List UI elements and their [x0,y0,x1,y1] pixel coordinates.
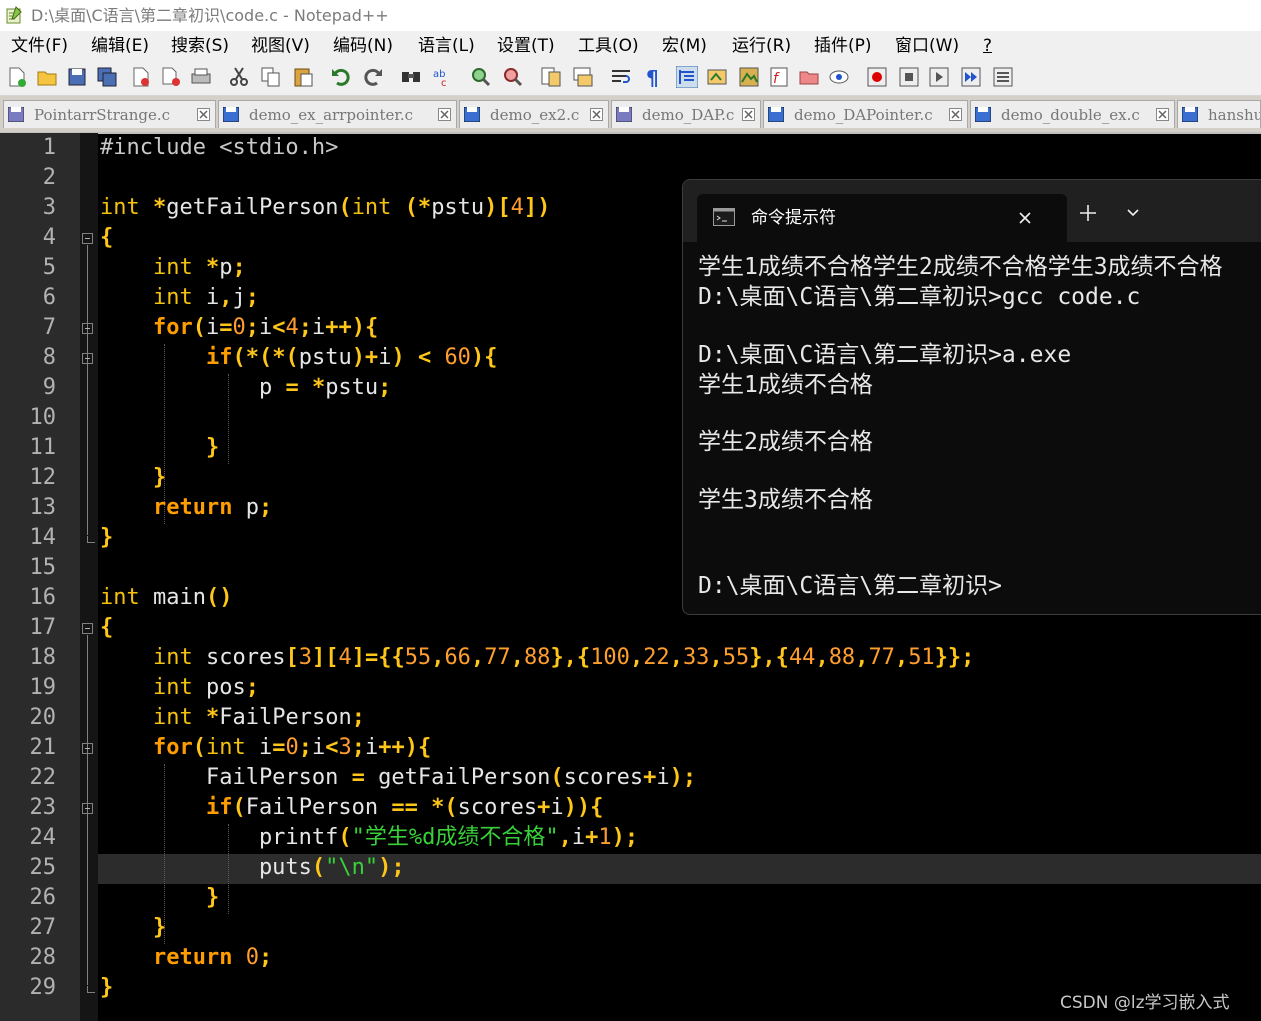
code-line[interactable]: } [100,973,113,1003]
fold-toggle-icon[interactable] [82,353,93,364]
code-line[interactable]: { [100,613,113,643]
line-number: 8 [42,345,56,370]
line-number: 25 [29,855,57,880]
code-line[interactable]: puts("\n"); [100,853,405,883]
code-line[interactable]: int *p; [100,253,246,283]
code-line[interactable]: printf("学生%d成绩不合格",i+1); [100,823,638,853]
code-line[interactable]: int main() [100,583,232,613]
code-line[interactable]: return p; [100,493,272,523]
line-number: 18 [29,645,57,670]
line-number: 5 [42,255,56,280]
code-line[interactable]: if(*(*(pstu)+i) < 60){ [100,343,497,373]
code-line[interactable]: if(FailPerson == *(scores+i)){ [100,793,603,823]
chevron-down-icon[interactable] [1126,208,1140,218]
line-number: 3 [42,195,56,220]
terminal-line: D:\桌面\C语言\第二章初识>a.exe [698,342,1072,368]
terminal-line: 学生3成绩不合格 [698,487,873,513]
fold-toggle-icon[interactable] [82,623,93,634]
code-line[interactable]: } [100,913,166,943]
fold-toggle-icon[interactable] [82,743,93,754]
line-number: 1 [42,135,56,160]
code-line[interactable]: return 0; [100,943,272,973]
code-line[interactable]: int *FailPerson; [100,703,365,733]
terminal-line: 学生1成绩不合格 [698,372,873,398]
line-number: 14 [29,525,57,550]
line-number: 21 [29,735,57,760]
new-tab-plus-icon[interactable] [1079,204,1097,222]
watermark: CSDN @lz学习嵌入式 [1060,993,1230,1013]
terminal-line: D:\桌面\C语言\第二章初识>gcc code.c [698,284,1141,310]
line-number: 19 [29,675,57,700]
line-number: 7 [42,315,56,340]
line-number: 20 [29,705,57,730]
terminal-line: D:\桌面\C语言\第二章初识> [698,573,1002,599]
code-line[interactable]: { [100,223,113,253]
code-line[interactable]: } [100,523,113,553]
code-line[interactable]: int i,j; [100,283,259,313]
code-line[interactable]: for(int i=0;i<3;i++){ [100,733,431,763]
line-number: 13 [29,495,57,520]
line-number: 2 [42,165,56,190]
code-line[interactable]: } [100,433,219,463]
terminal-tab-strip: 命令提示符 [683,180,1261,242]
line-number: 24 [29,825,57,850]
line-number: 4 [42,225,56,250]
fold-end-marker [87,986,95,993]
terminal-line: 学生2成绩不合格 [698,429,873,455]
line-number: 29 [29,975,57,1000]
terminal-line: 学生1成绩不合格学生2成绩不合格学生3成绩不合格 [698,254,1223,280]
line-number: 16 [29,585,57,610]
fold-end-marker [87,536,95,543]
line-number: 10 [29,405,57,430]
line-number: 17 [29,615,57,640]
line-number: 27 [29,915,57,940]
code-line[interactable]: for(i=0;i<4;i++){ [100,313,378,343]
line-number: 9 [42,375,56,400]
code-line[interactable]: p = *pstu; [100,373,391,403]
command-prompt-window[interactable]: 命令提示符 学生1成绩不合格学生2成绩不合格学生3成绩不合格 D:\桌面\C语言\… [682,179,1261,615]
line-number: 15 [29,555,57,580]
line-number: 11 [29,435,57,460]
terminal-tab-title: 命令提示符 [751,208,836,228]
code-line[interactable]: FailPerson = getFailPerson(scores+i); [100,763,696,793]
line-number: 6 [42,285,56,310]
close-icon[interactable] [1015,208,1035,228]
terminal-icon [713,208,735,226]
line-number: 28 [29,945,57,970]
terminal-tab[interactable]: 命令提示符 [697,194,1067,242]
fold-line [87,245,88,535]
code-line[interactable]: int scores[3][4]={{55,66,77,88},{100,22,… [100,643,974,673]
fold-toggle-icon[interactable] [82,323,93,334]
line-number: 23 [29,795,57,820]
fold-toggle-icon[interactable] [82,233,93,244]
code-line[interactable]: #include <stdio.h> [100,133,338,163]
code-line[interactable]: } [100,463,166,493]
line-number: 26 [29,885,57,910]
code-line[interactable]: } [100,883,219,913]
line-number: 12 [29,465,57,490]
line-number: 22 [29,765,57,790]
code-line[interactable]: int *getFailPerson(int (*pstu)[4]) [100,193,550,223]
fold-toggle-icon[interactable] [82,803,93,814]
code-line[interactable]: int pos; [100,673,259,703]
